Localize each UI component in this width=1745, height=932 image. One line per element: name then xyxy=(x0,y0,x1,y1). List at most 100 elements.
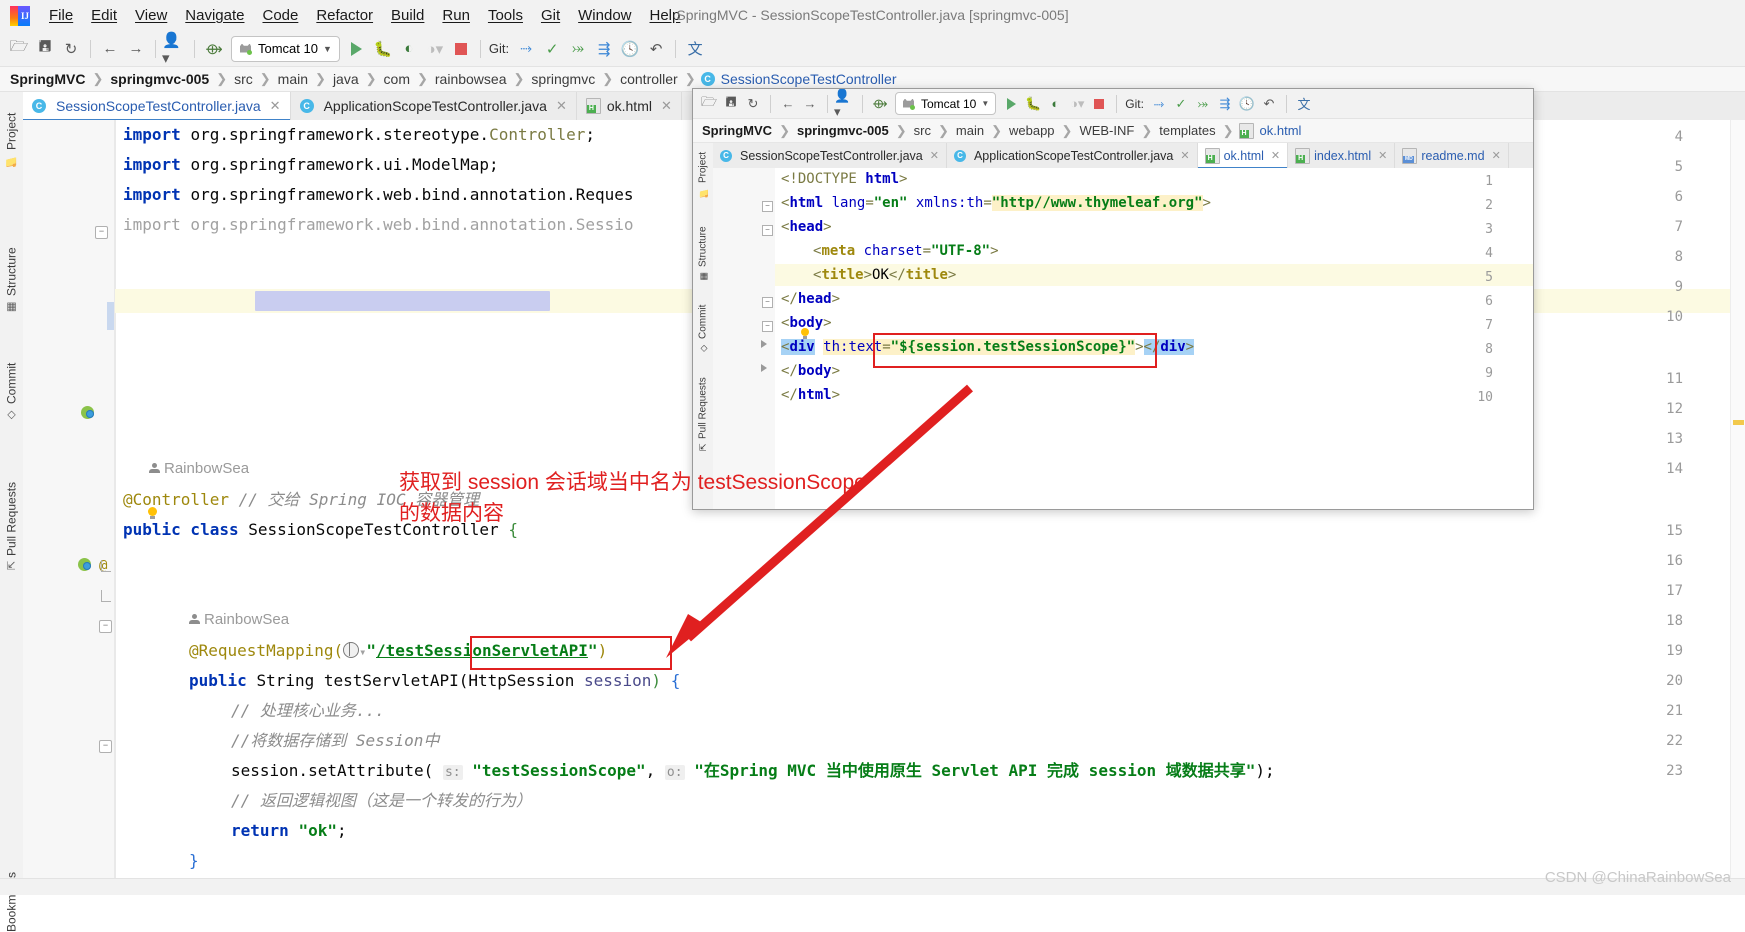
open-folder-icon[interactable]: 🗁 xyxy=(698,93,720,115)
sync-icon[interactable]: ↻ xyxy=(742,93,764,115)
breadcrumb-item-class[interactable]: SessionScopeTestController xyxy=(719,71,899,87)
translate-icon[interactable]: 文 xyxy=(682,36,708,62)
run-marker-icon[interactable] xyxy=(761,364,767,372)
menu-view[interactable]: View xyxy=(126,4,176,27)
run-icon[interactable] xyxy=(1000,93,1022,115)
float-breadcrumb-item-file[interactable]: ok.html xyxy=(1258,123,1304,138)
save-icon[interactable]: 🖪 xyxy=(720,93,742,115)
menu-window[interactable]: Window xyxy=(569,4,640,27)
tab-application-scope-test-controller[interactable]: C ApplicationScopeTestController.java ✕ xyxy=(290,92,577,120)
float-sidebar-item-commit[interactable]: ◇ Commit xyxy=(693,295,713,353)
menu-build[interactable]: Build xyxy=(382,4,433,27)
sync-icon[interactable]: ↻ xyxy=(58,36,84,62)
fold-minus-icon[interactable]: − xyxy=(762,225,773,236)
breadcrumb-item-com[interactable]: com xyxy=(382,71,412,87)
float-breadcrumb-item-project[interactable]: SpringMVC xyxy=(700,123,774,138)
breadcrumb-item-controller[interactable]: controller xyxy=(618,71,680,87)
git-rebase-icon[interactable]: ⇶ xyxy=(591,36,617,62)
git-push-icon[interactable]: ⤖ xyxy=(565,36,591,62)
git-commit-icon[interactable]: ✓ xyxy=(539,36,565,62)
float-breadcrumb-item-webapp[interactable]: webapp xyxy=(1007,123,1057,138)
run-icon[interactable] xyxy=(344,36,370,62)
menu-git[interactable]: Git xyxy=(532,4,569,27)
fold-minus-icon[interactable]: − xyxy=(99,620,112,633)
git-push-icon[interactable]: ⤖ xyxy=(1192,93,1214,115)
close-icon[interactable]: ✕ xyxy=(556,98,567,114)
rollback-icon[interactable]: ↶ xyxy=(1258,93,1280,115)
run-gutter-icon[interactable] xyxy=(78,558,93,573)
menu-navigate[interactable]: Navigate xyxy=(176,4,253,27)
float-tab-application-scope-test-controller[interactable]: C ApplicationScopeTestController.java ✕ xyxy=(946,143,1198,168)
forward-arrow-icon[interactable]: → xyxy=(123,36,149,62)
close-icon[interactable]: ✕ xyxy=(930,149,939,162)
fold-minus-icon[interactable]: − xyxy=(99,740,112,753)
close-icon[interactable]: ✕ xyxy=(1492,149,1501,162)
breadcrumb-item-module[interactable]: springmvc-005 xyxy=(108,71,211,87)
sidebar-item-pull-requests[interactable]: ⇱ Pull Requests xyxy=(0,448,23,570)
breadcrumb-item-main[interactable]: main xyxy=(276,71,310,87)
float-breadcrumb-item-webinf[interactable]: WEB-INF xyxy=(1077,123,1136,138)
open-folder-icon[interactable]: 🗁 xyxy=(6,36,32,62)
fold-bracket-icon[interactable] xyxy=(101,590,111,602)
float-breadcrumb-item-main[interactable]: main xyxy=(954,123,986,138)
tab-ok-html[interactable]: ok.html ✕ xyxy=(576,92,682,120)
breadcrumb-item-java[interactable]: java xyxy=(331,71,361,87)
sidebar-item-project[interactable]: 📁 Project xyxy=(0,96,23,168)
float-run-configuration-selector[interactable]: Tomcat 10 ▼ xyxy=(895,92,997,115)
profile-dropdown-icon[interactable]: 👤▾ xyxy=(162,32,188,67)
save-icon[interactable]: 🖪 xyxy=(32,36,58,62)
close-icon[interactable]: ✕ xyxy=(270,98,281,114)
stop-icon[interactable] xyxy=(448,36,474,62)
float-breadcrumb-item-module[interactable]: springmvc-005 xyxy=(795,123,891,138)
float-sidebar-item-project[interactable]: 📁 Project xyxy=(693,146,713,198)
sidebar-item-commit[interactable]: ◇ Commit xyxy=(0,340,23,422)
rollback-icon[interactable]: ↶ xyxy=(643,36,669,62)
float-sidebar-item-structure[interactable]: ▦ Structure xyxy=(693,215,713,281)
run-with-coverage-icon[interactable]: ◐ xyxy=(396,36,422,62)
close-icon[interactable]: ✕ xyxy=(1378,149,1387,162)
menu-edit[interactable]: Edit xyxy=(82,4,126,27)
translate-icon[interactable]: 文 xyxy=(1293,93,1315,115)
web-endpoint-icon[interactable] xyxy=(343,641,360,658)
git-rebase-icon[interactable]: ⇶ xyxy=(1214,93,1236,115)
back-arrow-icon[interactable]: ← xyxy=(97,36,123,62)
float-breadcrumb-item-src[interactable]: src xyxy=(912,123,933,138)
menu-code[interactable]: Code xyxy=(253,4,307,27)
back-arrow-icon[interactable]: ← xyxy=(777,93,799,115)
float-tab-readme-md[interactable]: readme.md ✕ xyxy=(1395,143,1509,168)
menu-help[interactable]: Help xyxy=(641,4,690,27)
menu-file[interactable]: File xyxy=(40,4,82,27)
profile-dropdown-icon[interactable]: 👤▾ xyxy=(834,89,856,119)
close-icon[interactable]: ✕ xyxy=(661,98,672,114)
forward-arrow-icon[interactable]: → xyxy=(799,93,821,115)
git-update-icon[interactable]: ⤑ xyxy=(1148,93,1170,115)
fold-bracket-icon[interactable] xyxy=(101,560,111,572)
run-gutter-icon[interactable] xyxy=(81,406,96,421)
float-tab-index-html[interactable]: index.html ✕ xyxy=(1288,143,1396,168)
fold-minus-icon[interactable]: − xyxy=(762,321,773,332)
menu-refactor[interactable]: Refactor xyxy=(307,4,382,27)
float-breadcrumb-item-templates[interactable]: templates xyxy=(1157,123,1217,138)
history-icon[interactable]: 🕓 xyxy=(1236,93,1258,115)
editor-markup-scrollbar[interactable] xyxy=(1730,120,1745,894)
stop-icon[interactable] xyxy=(1088,93,1110,115)
fold-minus-icon[interactable]: − xyxy=(762,297,773,308)
git-update-icon[interactable]: ⤑ xyxy=(513,36,539,62)
fold-minus-icon[interactable]: − xyxy=(762,201,773,212)
menu-tools[interactable]: Tools xyxy=(479,4,532,27)
git-commit-icon[interactable]: ✓ xyxy=(1170,93,1192,115)
float-tab-session-scope-test-controller[interactable]: C SessionScopeTestController.java ✕ xyxy=(713,143,947,168)
breadcrumb-item-springmvc[interactable]: springmvc xyxy=(529,71,597,87)
profiler-icon[interactable]: ◑▾ xyxy=(422,36,448,62)
debug-icon[interactable]: 🐛 xyxy=(1022,93,1044,115)
tab-session-scope-test-controller[interactable]: C SessionScopeTestController.java ✕ xyxy=(23,92,291,121)
close-icon[interactable]: ✕ xyxy=(1271,149,1280,162)
run-with-coverage-icon[interactable]: ◐ xyxy=(1044,93,1066,115)
fold-minus-icon[interactable]: − xyxy=(95,226,108,239)
breadcrumb-item-src[interactable]: src xyxy=(232,71,255,87)
breadcrumb-item-rainbowsea[interactable]: rainbowsea xyxy=(433,71,509,87)
debug-icon[interactable]: 🐛 xyxy=(370,36,396,62)
run-configuration-selector[interactable]: Tomcat 10 ▼ xyxy=(231,35,340,62)
float-tab-ok-html[interactable]: ok.html ✕ xyxy=(1197,143,1289,169)
sidebar-item-structure[interactable]: ▦ Structure xyxy=(0,222,23,314)
